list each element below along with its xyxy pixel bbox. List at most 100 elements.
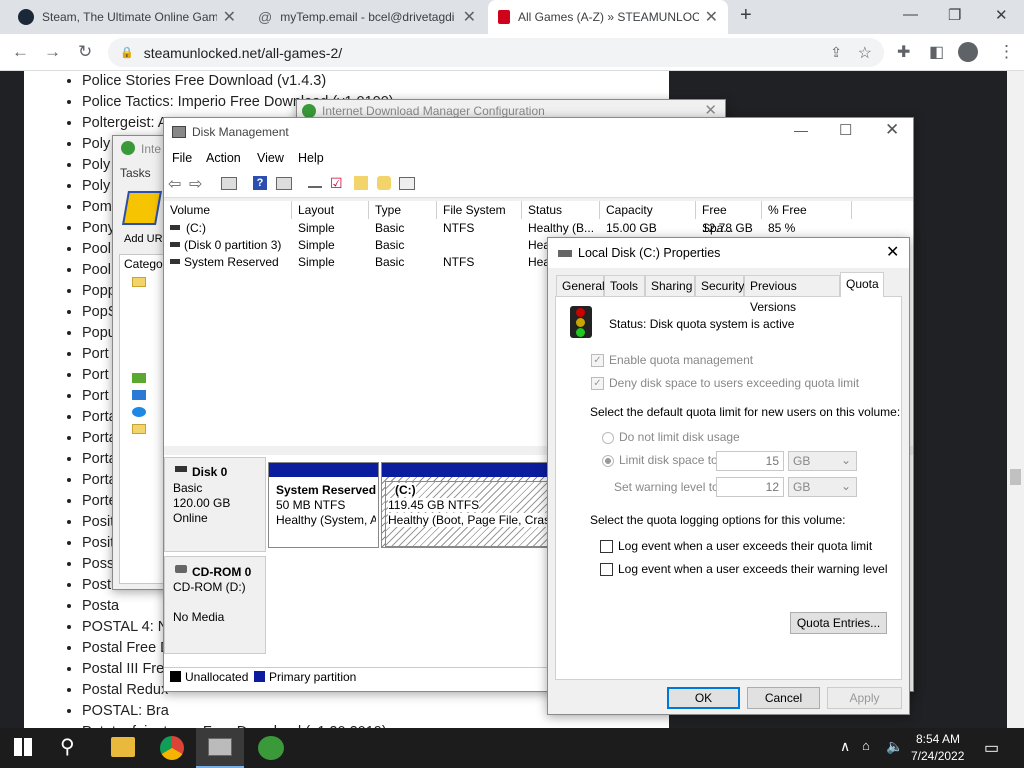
back-icon[interactable]: ← [12, 42, 29, 62]
minimize-icon[interactable]: — [794, 122, 808, 138]
add-url-button[interactable]: Add URL [124, 233, 169, 245]
tab-previous-versions[interactable]: Previous Versions [744, 275, 840, 314]
apply-button[interactable]: Apply [827, 687, 902, 709]
limit-value-input[interactable]: 15 [716, 451, 784, 471]
new-tab-icon[interactable]: + [740, 4, 752, 27]
drive-icon [558, 250, 572, 257]
quota-entries-button[interactable]: Quota Entries... [790, 612, 887, 634]
window-title: Inte [141, 142, 162, 156]
col-percent-free[interactable]: % Free [762, 201, 852, 219]
windows-start-icon[interactable] [14, 738, 32, 756]
network-icon[interactable]: ⌂ [862, 738, 870, 753]
forward-icon[interactable]: → [44, 42, 61, 62]
tab-steam[interactable]: Steam, The Ultimate Online Gam ✕ [8, 0, 246, 34]
console-tree-icon[interactable] [221, 177, 237, 190]
search-icon[interactable]: ⚲ [60, 734, 84, 758]
add-url-icon[interactable] [122, 191, 162, 225]
menu-kebab-icon[interactable]: ⋮ [998, 42, 1015, 62]
maximize-icon[interactable]: ☐ [839, 121, 852, 139]
close-icon[interactable]: ✕ [886, 242, 899, 262]
connect-icon[interactable] [308, 178, 322, 188]
partition-system-reserved[interactable]: System Reserved 50 MB NTFS Healthy (Syst… [268, 462, 379, 548]
options-icon[interactable] [399, 177, 415, 190]
check-icon[interactable]: ☑ [330, 175, 343, 192]
warning-value-input[interactable]: 12 [716, 477, 784, 497]
close-icon[interactable]: ✕ [705, 7, 718, 27]
col-status[interactable]: Status [522, 201, 600, 219]
col-type[interactable]: Type [369, 201, 437, 219]
back-icon[interactable]: ⇦ [168, 174, 181, 194]
tab-steamunlocked[interactable]: All Games (A-Z) » STEAMUNLOC ✕ [488, 0, 728, 34]
col-layout[interactable]: Layout [292, 201, 369, 219]
log-warning-level-checkbox[interactable]: Log event when a user exceeds their warn… [600, 562, 888, 577]
cell-volume: System Reserved [184, 255, 279, 269]
idm-icon[interactable] [258, 736, 284, 760]
side-panel-icon[interactable]: ◧ [929, 42, 944, 62]
col-capacity[interactable]: Capacity [600, 201, 696, 219]
tab-sharing[interactable]: Sharing [645, 275, 695, 296]
disk0-label[interactable]: Disk 0 Basic 120.00 GB Online [164, 457, 266, 552]
file-explorer-icon[interactable] [111, 737, 135, 757]
close-window-icon[interactable]: ✕ [995, 6, 1008, 24]
forward-icon[interactable]: ⇨ [189, 174, 202, 194]
menu-action[interactable]: Action [206, 151, 241, 165]
extensions-icon[interactable]: ✚ [897, 42, 910, 62]
tab-mytemp[interactable]: @ myTemp.email - bcel@drivetagdi ✕ [248, 0, 486, 34]
scrollbar-thumb[interactable] [1010, 469, 1021, 485]
close-icon[interactable]: ✕ [463, 7, 476, 27]
cdrom-label[interactable]: CD-ROM 0 CD-ROM (D:) No Media [164, 556, 266, 654]
volume-icon[interactable]: 🔈 [886, 738, 903, 755]
browser-tab-bar: Steam, The Ultimate Online Gam ✕ @ myTem… [0, 0, 1024, 34]
deny-space-checkbox[interactable]: ✓ Deny disk space to users exceeding quot… [591, 376, 859, 391]
chrome-icon[interactable] [160, 736, 184, 760]
volume-icon [170, 242, 180, 247]
enable-quota-checkbox[interactable]: ✓ Enable quota management [591, 353, 753, 368]
game-list-item[interactable]: Police Stories Free Download (v1.4.3) [82, 71, 669, 92]
reload-icon[interactable]: ↻ [78, 42, 92, 62]
limit-unit-select[interactable]: GB ⌄ [788, 451, 857, 471]
tab-tools[interactable]: Tools [604, 275, 645, 296]
limit-to-radio[interactable]: Limit disk space to [602, 453, 718, 467]
address-bar[interactable]: 🔒 steamunlocked.net/all-games-2/ ⇪ ☆ [108, 38, 884, 67]
tab-quota[interactable]: Quota [840, 272, 884, 297]
no-limit-radio[interactable]: Do not limit disk usage [602, 430, 740, 444]
properties-icon[interactable] [276, 177, 292, 190]
log-quota-limit-checkbox[interactable]: Log event when a user exceeds their quot… [600, 539, 872, 554]
title-bar[interactable]: Disk Management — ☐ ✕ [164, 118, 913, 146]
tasks-label: Tasks [120, 166, 151, 180]
search-folder-icon[interactable] [377, 176, 391, 190]
col-free-space[interactable]: Free Spa... [696, 201, 762, 235]
menu-file[interactable]: File [172, 151, 192, 165]
clock-time[interactable]: 8:54 AM [916, 732, 960, 746]
properties-dialog[interactable]: Local Disk (C:) Properties ✕ [547, 237, 910, 715]
notifications-icon[interactable]: ▭ [984, 738, 999, 758]
bookmark-star-icon[interactable]: ☆ [858, 43, 872, 63]
taskbar-disk-management[interactable] [196, 728, 244, 768]
warning-unit-select[interactable]: GB ⌄ [788, 477, 857, 497]
profile-avatar-icon[interactable] [958, 42, 978, 62]
disk-state: Online [173, 511, 208, 525]
page-scrollbar[interactable] [1007, 71, 1024, 731]
menu-view[interactable]: View [257, 151, 284, 165]
minimize-icon[interactable]: — [903, 6, 918, 23]
restore-icon[interactable]: ❐ [948, 6, 961, 24]
cancel-button[interactable]: Cancel [747, 687, 820, 709]
chevron-up-icon[interactable]: ∧ [840, 738, 850, 755]
col-volume[interactable]: Volume [164, 201, 292, 219]
ok-button[interactable]: OK [667, 687, 740, 709]
share-icon[interactable]: ⇪ [830, 44, 842, 61]
tab-general[interactable]: General [556, 275, 605, 296]
title-bar[interactable]: Local Disk (C:) Properties ✕ [548, 238, 909, 268]
taskbar: ⚲ ∧ ⌂ 🔈 8:54 AM 7/24/2022 ▭ [0, 728, 1024, 768]
clock-date[interactable]: 7/24/2022 [911, 749, 964, 763]
col-file-system[interactable]: File System [437, 201, 522, 219]
close-icon[interactable]: ✕ [223, 7, 236, 27]
help-icon[interactable]: ? [253, 176, 267, 190]
partition-stripe [382, 463, 548, 477]
up-folder-icon[interactable] [354, 176, 368, 190]
partition-size: 119.45 GB NTFS [388, 498, 480, 512]
menu-help[interactable]: Help [298, 151, 324, 165]
tab-security[interactable]: Security [695, 275, 744, 296]
close-icon[interactable]: ✕ [885, 120, 899, 140]
partition-c[interactable]: (C:) 119.45 GB NTFS Healthy (Boot, Page … [381, 462, 549, 548]
